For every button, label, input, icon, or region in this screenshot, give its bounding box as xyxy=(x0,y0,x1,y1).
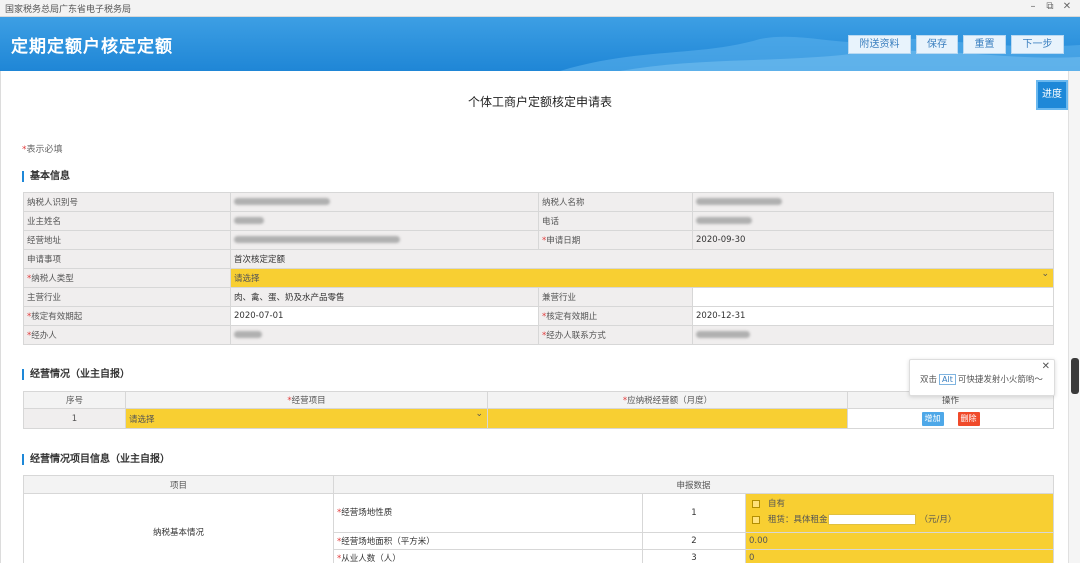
site-nature-label: *经营场地性质 xyxy=(333,493,643,533)
own-checkbox[interactable] xyxy=(752,499,760,508)
valid-to-label: *核定有效期止 xyxy=(538,306,693,326)
owner-name-label: 业主姓名 xyxy=(23,211,231,231)
form-title: 个体工商户定额核定申请表 xyxy=(467,95,612,109)
tooltip-prefix: 双击 xyxy=(920,375,938,385)
section-business: 经营情况（业主自报） xyxy=(22,369,130,380)
business-item-select[interactable]: 请选择 ⌄ xyxy=(125,408,488,429)
scrollbar-track[interactable] xyxy=(1068,71,1080,563)
site-area-label: *经营场地面积（平方米） xyxy=(333,532,643,550)
tooltip-close-icon[interactable]: ✕ xyxy=(1042,361,1050,372)
table-row: *经办人 *经办人联系方式 xyxy=(23,325,1054,345)
rent-unit-label: （元/月） xyxy=(919,515,957,525)
project-info-table: 项目 申报数据 纳税基本情况 *经营场地性质 1 自有 租赁：具体租金 （元/月）… xyxy=(23,475,1054,563)
table-row: 经营地址 *申请日期 2020-09-30 xyxy=(23,230,1054,250)
main-industry-label: 主营行业 xyxy=(23,287,231,307)
site-area-no: 2 xyxy=(642,532,746,550)
next-step-button[interactable]: 下一步 xyxy=(1011,35,1064,54)
rent-amount-input[interactable] xyxy=(827,514,916,525)
col-header-no: 序号 xyxy=(23,391,126,409)
valid-from-label: *核定有效期起 xyxy=(23,306,231,326)
secondary-industry-label: 兼营行业 xyxy=(538,287,693,307)
add-row-button[interactable]: 增加 xyxy=(921,411,944,426)
handler-label: *经办人 xyxy=(23,325,231,345)
handler-contact-value xyxy=(692,325,1054,345)
apply-matter-label: 申请事项 xyxy=(23,249,231,269)
rent-checkbox[interactable] xyxy=(752,515,760,524)
col-header-declare: 申报数据 xyxy=(333,475,1054,494)
attachments-button[interactable]: 附送资料 xyxy=(848,35,911,54)
table-row: 纳税人识别号 纳税人名称 xyxy=(23,192,1054,212)
site-area-input[interactable]: 0.00 xyxy=(745,532,1054,550)
phone-label: 电话 xyxy=(538,211,693,231)
apply-matter-value: 首次核定定额 xyxy=(230,249,1054,269)
handler-contact-label: *经办人联系方式 xyxy=(538,325,693,345)
address-value xyxy=(230,230,539,250)
valid-to-input[interactable]: 2020-12-31 xyxy=(692,306,1054,326)
minimize-icon[interactable]: – xyxy=(1026,1,1040,12)
rent-option-label: 租赁：具体租金 xyxy=(768,515,828,525)
business-table: 序号 *经营项目 *应纳税经营额（月度） 操作 1 请选择 ⌄ 增加 删除 xyxy=(23,391,1054,429)
table-row: 主营行业 肉、禽、蛋、奶及水产品零售 兼营行业 xyxy=(23,287,1054,307)
taxpayer-name-value xyxy=(692,192,1054,212)
employees-no: 3 xyxy=(642,549,746,563)
address-label: 经营地址 xyxy=(23,230,231,250)
table-row: *核定有效期起 2020-07-01 *核定有效期止 2020-12-31 xyxy=(23,306,1054,326)
save-button[interactable]: 保存 xyxy=(916,35,958,54)
site-nature-no: 1 xyxy=(642,493,746,533)
progress-button[interactable]: 进度 xyxy=(1036,80,1068,110)
owner-name-value xyxy=(230,211,539,231)
secondary-industry-input[interactable] xyxy=(692,287,1054,307)
basic-info-table: 纳税人识别号 纳税人名称 业主姓名 电话 经营地址 *申请日期 2020-09-… xyxy=(23,192,1054,345)
col-header-project: 项目 xyxy=(23,475,334,494)
taxpayer-name-label: 纳税人名称 xyxy=(538,192,693,212)
restore-icon[interactable]: ⧉ xyxy=(1043,1,1057,12)
employees-input[interactable]: 0 xyxy=(745,549,1054,563)
table-header-row: 序号 *经营项目 *应纳税经营额（月度） 操作 xyxy=(23,391,1054,409)
site-nature-options: 自有 租赁：具体租金 （元/月） xyxy=(745,493,1054,533)
app-header: 定期定额户核定定额 附送资料 保存 重置 下一步 xyxy=(0,17,1080,71)
row-number: 1 xyxy=(23,408,126,429)
required-note: *表示必填 xyxy=(22,145,63,155)
row-actions: 增加 删除 xyxy=(847,408,1054,429)
window-title: 国家税务总局广东省电子税务局 xyxy=(5,5,132,15)
group-label: 纳税基本情况 xyxy=(23,493,334,563)
employees-label: *从业人数（人） xyxy=(333,549,643,563)
delete-row-button[interactable]: 删除 xyxy=(957,411,980,426)
alt-key-badge: Alt xyxy=(939,374,956,385)
phone-value xyxy=(692,211,1054,231)
tooltip-suffix: 可快捷发射小火箭哟～ xyxy=(957,375,1043,385)
valid-from-input[interactable]: 2020-07-01 xyxy=(230,306,539,326)
table-header-row: 项目 申报数据 xyxy=(23,475,1054,494)
col-header-amount: *应纳税经营额（月度） xyxy=(487,391,848,409)
taxpayer-id-value xyxy=(230,192,539,212)
apply-date-value: 2020-09-30 xyxy=(692,230,1054,250)
page-heading: 定期定额户核定定额 xyxy=(11,37,173,57)
own-option-label: 自有 xyxy=(768,499,786,509)
chevron-down-icon: ⌄ xyxy=(1041,269,1049,280)
section-project-info: 经营情况项目信息（业主自报） xyxy=(22,454,170,465)
handler-value xyxy=(230,325,539,345)
table-row: 纳税基本情况 *经营场地性质 1 自有 租赁：具体租金 （元/月） xyxy=(23,493,1054,563)
monthly-amount-input[interactable] xyxy=(487,408,848,429)
apply-date-label: *申请日期 xyxy=(538,230,693,250)
window-titlebar: 国家税务总局广东省电子税务局 – ⧉ ✕ xyxy=(0,0,1080,17)
table-row: 申请事项 首次核定定额 xyxy=(23,249,1054,269)
col-header-item: *经营项目 xyxy=(125,391,488,409)
rocket-tooltip: 双击 Alt 可快捷发射小火箭哟～ ✕ xyxy=(909,359,1055,396)
scrollbar-thumb[interactable] xyxy=(1071,358,1079,394)
taxpayer-type-select[interactable]: 请选择 ⌄ xyxy=(230,268,1054,288)
taxpayer-type-label: *纳税人类型 xyxy=(23,268,231,288)
reset-button[interactable]: 重置 xyxy=(963,35,1006,54)
taxpayer-id-label: 纳税人识别号 xyxy=(23,192,231,212)
main-industry-value: 肉、禽、蛋、奶及水产品零售 xyxy=(230,287,539,307)
section-basic-info: 基本信息 xyxy=(22,171,70,182)
table-row: 1 请选择 ⌄ 增加 删除 xyxy=(23,408,1054,429)
table-row: 业主姓名 电话 xyxy=(23,211,1054,231)
chevron-down-icon: ⌄ xyxy=(475,409,483,420)
table-row: *纳税人类型 请选择 ⌄ xyxy=(23,268,1054,288)
close-icon[interactable]: ✕ xyxy=(1060,1,1074,12)
